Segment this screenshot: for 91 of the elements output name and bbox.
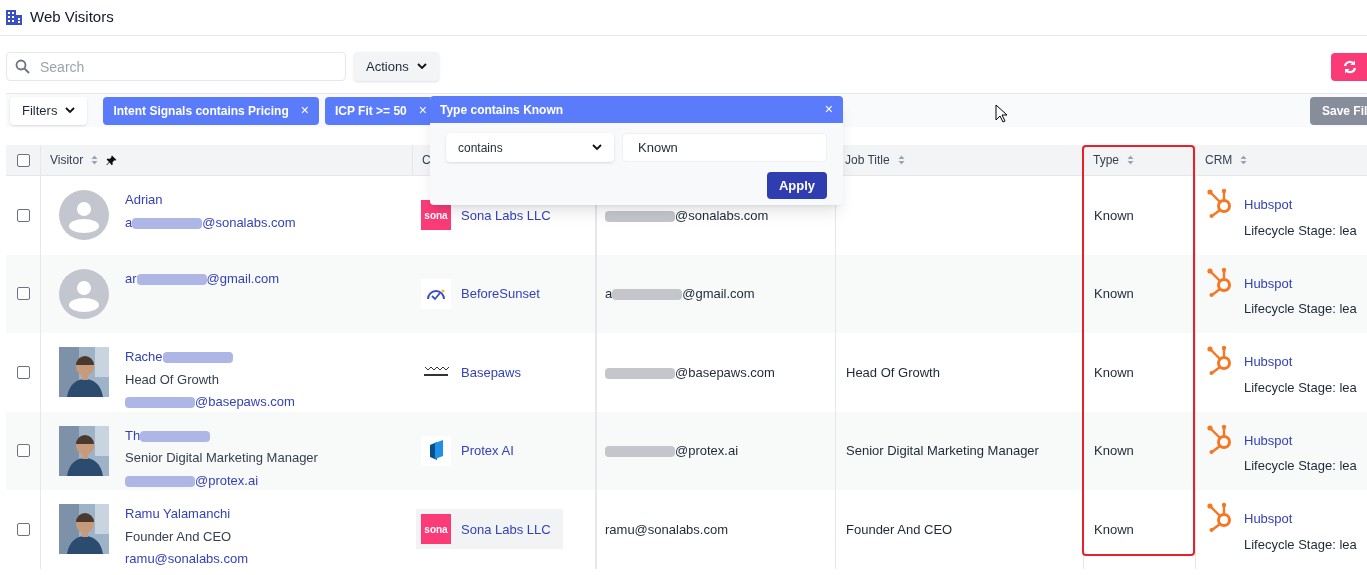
company-logo: sona [421,514,451,545]
gauge-icon [421,278,451,309]
job-title: Head Of Growth [846,363,940,382]
visitor-name[interactable]: Rache [125,347,295,367]
company-link[interactable]: Protex AI [461,441,514,461]
visitor-title: Founder And CEO [125,527,233,546]
crm-link[interactable]: Hubspot [1244,509,1357,529]
building-icon [6,10,22,25]
job-title: Founder And CEO [846,520,953,539]
checkbox[interactable] [16,287,30,301]
crm-link[interactable]: Hubspot [1244,352,1357,372]
visitor-name[interactable]: Ramu Yalamanchi [125,504,249,524]
sort-icon [1240,155,1248,165]
email-text: @sonalabs.com [605,205,769,225]
checkbox[interactable] [16,365,30,379]
checkbox[interactable] [16,153,30,167]
filters-button[interactable]: Filters [10,96,88,125]
caret-icon [416,63,427,70]
redaction-mark [605,446,675,458]
close-icon[interactable]: × [824,99,833,120]
sort-icon [1127,155,1134,165]
visitor-name[interactable]: Th [125,425,318,445]
search-icon [15,59,30,74]
checkbox[interactable] [16,444,30,458]
popup-title: Type contains Known [440,101,564,119]
visitor-email[interactable]: ramu@sonalabs.com [125,549,249,569]
company-link[interactable]: Sona Labs LLC [461,519,551,539]
refresh-button[interactable] [1331,52,1367,81]
type-text: Known [1094,363,1134,382]
lifecycle-stage: Lifecycle Stage: lea [1244,457,1357,475]
visitor-email[interactable]: @basepaws.com [125,392,295,412]
close-icon[interactable]: × [418,100,427,121]
column-header[interactable]: C [422,151,431,169]
email-text: ramu@sonalabs.com [605,520,729,539]
actions-button[interactable]: Actions [354,52,439,81]
redaction-mark [140,430,211,442]
checkbox[interactable] [16,522,30,536]
lifecycle-stage: Lifecycle Stage: lea [1244,221,1357,240]
redaction-mark [612,289,683,301]
lifecycle-stage: Lifecycle Stage: lea [1244,378,1357,397]
close-icon[interactable]: × [300,100,309,121]
email-text: a @gmail.com [605,285,755,303]
visitor-title: Head Of Growth [125,370,220,389]
avatar-icon [59,190,109,241]
email-text: @protex.ai [605,441,739,461]
checkbox[interactable] [16,208,30,222]
redaction-mark [136,273,207,285]
type-text: Known [1094,520,1134,539]
visitor-title: Senior Digital Marketing Manager [125,449,318,467]
caret-icon [65,107,76,114]
job-title: Senior Digital Marketing Manager [846,442,1039,460]
pin-icon [106,154,118,166]
type-text: Known [1094,442,1134,460]
company-link[interactable]: BeforeSunset [461,284,540,304]
column-header[interactable]: Visitor [50,151,118,169]
value-field[interactable]: Known [622,133,827,162]
visitor-email[interactable]: ar @gmail.com [125,268,279,288]
crm-link[interactable]: Hubspot [1244,430,1357,450]
column-header[interactable]: CRM [1205,151,1248,169]
visitor-email[interactable]: a @sonalabs.com [125,212,296,232]
filter-chip[interactable]: Intent Signals contains Pricing × [103,96,319,125]
lifecycle-stage: Lifecycle Stage: lea [1244,535,1357,554]
redaction-mark [132,217,203,229]
type-text: Known [1094,206,1134,225]
visitor-name[interactable]: Adrian [125,190,296,210]
company-logo [421,435,451,466]
redaction-mark [125,397,195,409]
cursor-icon [995,104,1007,123]
page-title: Web Visitors [30,7,114,28]
type-text: Known [1094,285,1134,303]
caret-icon [592,144,602,151]
lifecycle-stage: Lifecycle Stage: lea [1244,300,1357,318]
column-header[interactable]: Type [1093,151,1134,169]
crm-link[interactable]: Hubspot [1244,195,1357,215]
email-text: @basepaws.com [605,362,775,382]
column-header[interactable]: Job Title [845,151,905,169]
refresh-icon [1343,59,1357,74]
crm-link[interactable]: Hubspot [1244,273,1357,293]
redaction-mark [125,475,195,487]
redaction-mark [605,210,675,222]
sort-icon [91,155,99,165]
avatar-icon [59,268,109,319]
redaction-mark [605,367,675,379]
company-link[interactable]: Sona Labs LLC [461,205,551,225]
company-link[interactable]: Basepaws [461,362,521,382]
redaction-mark [162,352,233,364]
apply-button[interactable]: Apply [766,172,827,199]
visitor-email[interactable]: @protex.ai [125,470,318,490]
sort-icon [897,155,905,165]
search-field[interactable]: Search [6,52,346,81]
operator-dropdown[interactable]: contains [446,133,614,162]
